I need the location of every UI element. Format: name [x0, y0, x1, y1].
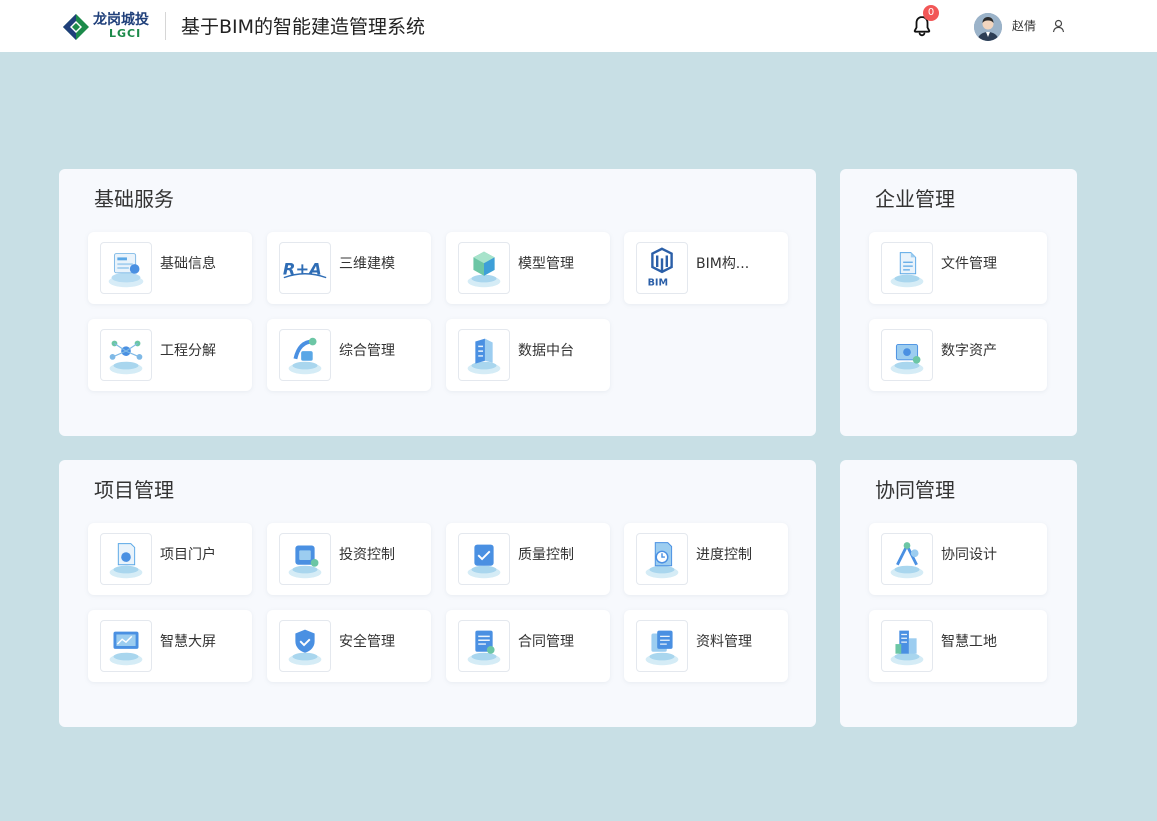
- card-label: 智慧工地: [941, 634, 997, 650]
- card-label: 安全管理: [339, 634, 395, 650]
- card-label: 三维建模: [339, 256, 395, 272]
- collab-design-icon: [881, 533, 933, 585]
- card-label: 投资控制: [339, 547, 395, 563]
- card-label: 项目门户: [160, 547, 216, 563]
- rta-logo-icon: R+A: [279, 242, 331, 294]
- card-contract-management[interactable]: 合同管理: [446, 610, 610, 682]
- card-engineering-breakdown[interactable]: 工程分解: [88, 319, 252, 391]
- logo-english-text: LGCI: [109, 27, 142, 40]
- bim-logo-icon: BIM: [636, 242, 688, 294]
- card-label: 文件管理: [941, 256, 997, 272]
- logo-mark-icon: [63, 14, 89, 40]
- card-smart-screen[interactable]: 智慧大屏: [88, 610, 252, 682]
- portal-icon: [100, 533, 152, 585]
- card-label: 合同管理: [518, 634, 574, 650]
- logo-chinese-text: 龙岗城投: [93, 12, 149, 28]
- card-investment-control[interactable]: 投资控制: [267, 523, 431, 595]
- header-divider: [165, 12, 166, 40]
- panel-basic-services: 基础服务 基础信息 R+A 三维建模 模型管理 BIM BIM构... 工程分解…: [59, 169, 816, 436]
- card-document-management[interactable]: 资料管理: [624, 610, 788, 682]
- card-label: 智慧大屏: [160, 634, 216, 650]
- card-progress-control[interactable]: 进度控制: [624, 523, 788, 595]
- card-collaborative-design[interactable]: 协同设计: [869, 523, 1047, 595]
- big-screen-icon: [100, 620, 152, 672]
- progress-icon: [636, 533, 688, 585]
- svg-text:BIM: BIM: [648, 277, 668, 288]
- card-label: 数据中台: [518, 343, 574, 359]
- safety-shield-icon: [279, 620, 331, 672]
- username[interactable]: 赵倩: [1012, 17, 1036, 35]
- card-smart-site[interactable]: 智慧工地: [869, 610, 1047, 682]
- card-label: 协同设计: [941, 547, 997, 563]
- digital-asset-icon: [881, 329, 933, 381]
- user-icon[interactable]: [1052, 19, 1065, 33]
- panel-project-management: 项目管理 项目门户 投资控制 质量控制 进度控制 智慧大屏 安全管理 合同管理 …: [59, 460, 816, 727]
- card-label: 资料管理: [696, 634, 752, 650]
- notification-badge: 0: [923, 5, 939, 21]
- card-comprehensive-management[interactable]: 综合管理: [267, 319, 431, 391]
- card-label: 质量控制: [518, 547, 574, 563]
- contract-icon: [458, 620, 510, 672]
- card-label: BIM构...: [696, 256, 750, 272]
- company-logo[interactable]: 龙岗城投 LGCI: [62, 11, 152, 43]
- card-quality-control[interactable]: 质量控制: [446, 523, 610, 595]
- panel-title: 项目管理: [94, 478, 174, 502]
- file-icon: [881, 242, 933, 294]
- network-icon: [100, 329, 152, 381]
- smart-site-icon: [881, 620, 933, 672]
- card-data-platform[interactable]: 数据中台: [446, 319, 610, 391]
- card-label: 工程分解: [160, 343, 216, 359]
- panel-title: 协同管理: [875, 478, 955, 502]
- card-model-management[interactable]: 模型管理: [446, 232, 610, 304]
- app-title: 基于BIM的智能建造管理系统: [181, 16, 426, 38]
- management-icon: [279, 329, 331, 381]
- card-basic-info[interactable]: 基础信息: [88, 232, 252, 304]
- card-bim-component[interactable]: BIM BIM构...: [624, 232, 788, 304]
- card-digital-assets[interactable]: 数字资产: [869, 319, 1047, 391]
- documents-icon: [636, 620, 688, 672]
- card-file-management[interactable]: 文件管理: [869, 232, 1047, 304]
- panel-title: 基础服务: [94, 187, 174, 211]
- top-bar: 龙岗城投 LGCI 基于BIM的智能建造管理系统 0 赵倩: [0, 0, 1157, 52]
- avatar[interactable]: [974, 13, 1002, 41]
- card-label: 模型管理: [518, 256, 574, 272]
- info-screen-icon: [100, 242, 152, 294]
- quality-icon: [458, 533, 510, 585]
- card-safety-management[interactable]: 安全管理: [267, 610, 431, 682]
- model-cube-icon: [458, 242, 510, 294]
- card-label: 基础信息: [160, 256, 216, 272]
- data-platform-icon: [458, 329, 510, 381]
- card-label: 进度控制: [696, 547, 752, 563]
- card-project-portal[interactable]: 项目门户: [88, 523, 252, 595]
- card-3d-modeling[interactable]: R+A 三维建模: [267, 232, 431, 304]
- panel-title: 企业管理: [875, 187, 955, 211]
- card-label: 数字资产: [941, 343, 997, 359]
- panel-collaboration-management: 协同管理 协同设计 智慧工地: [840, 460, 1077, 727]
- investment-icon: [279, 533, 331, 585]
- card-label: 综合管理: [339, 343, 395, 359]
- panel-enterprise-management: 企业管理 文件管理 数字资产: [840, 169, 1077, 436]
